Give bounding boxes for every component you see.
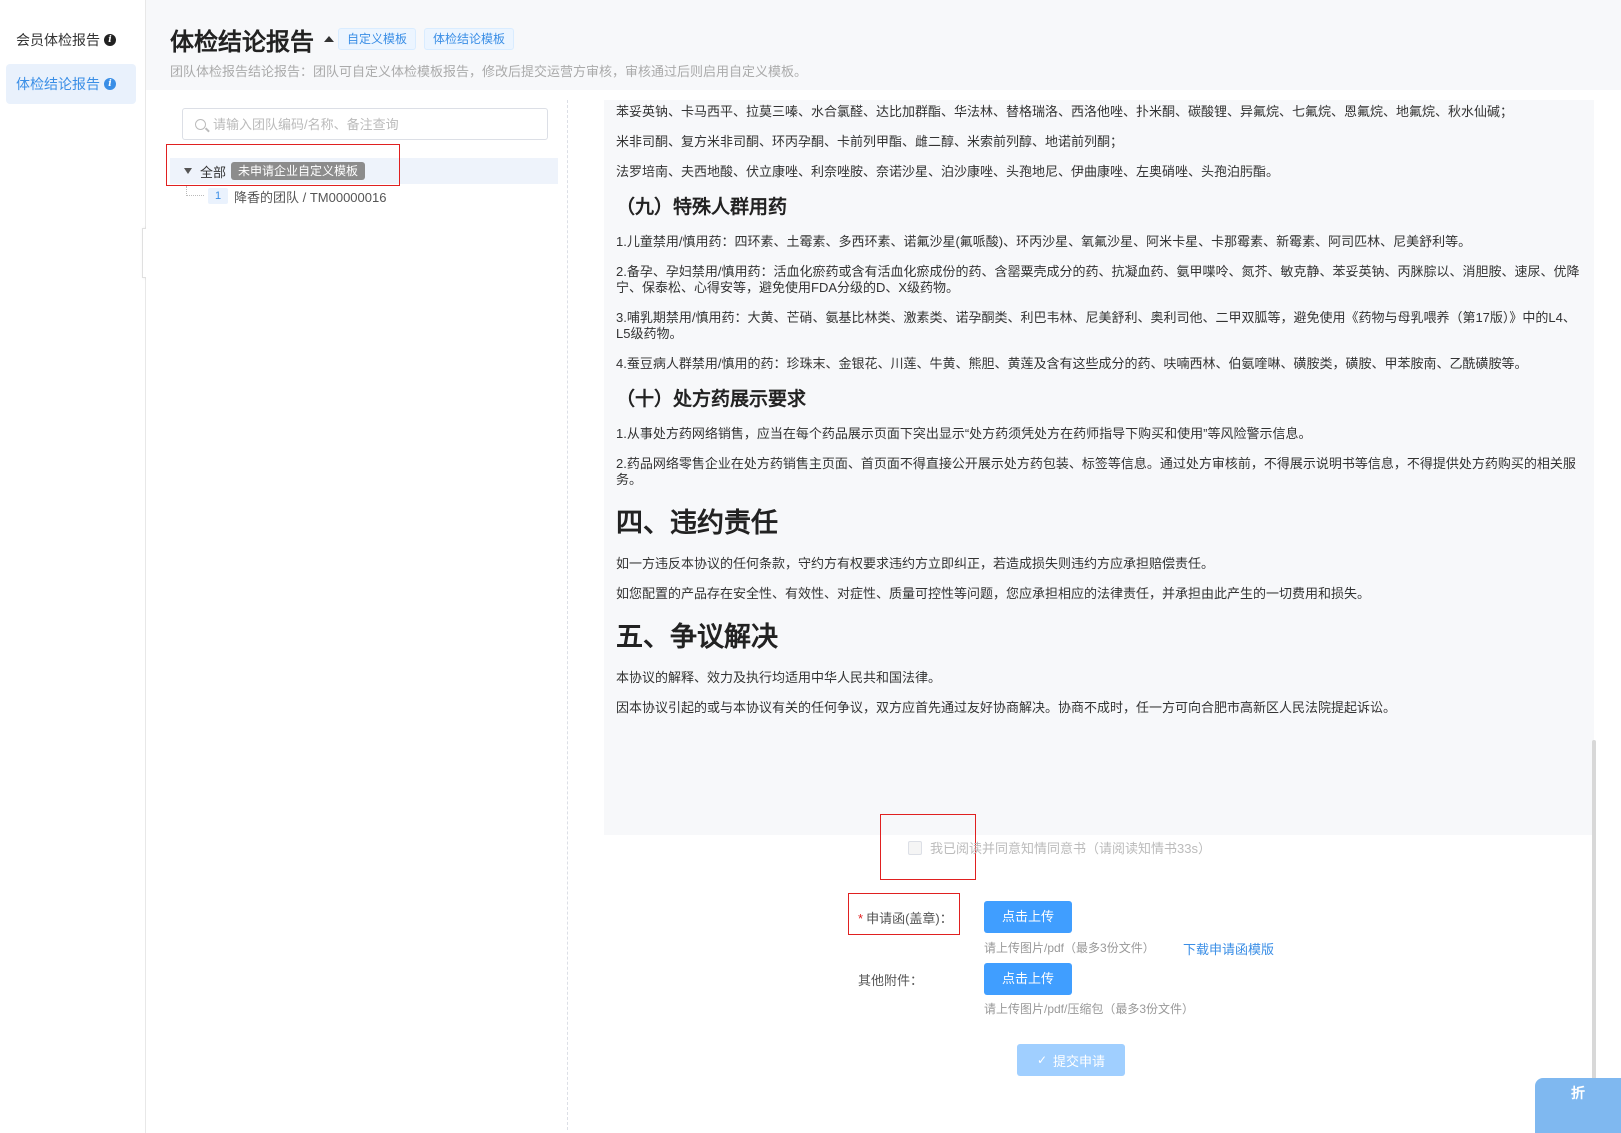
submit-button[interactable]: ✓ 提交申请: [1017, 1044, 1125, 1076]
index-badge: 1: [208, 188, 228, 204]
doc-paragraph: 苯妥英钠、卡马西平、拉莫三嗪、水合氯醛、达比加群酯、华法林、替格瑞洛、西洛他唑、…: [616, 104, 1514, 119]
consent-checkbox[interactable]: [908, 840, 922, 855]
team-tree-panel: 全部 未申请企业自定义模板 1 降香的团队 / TM00000016: [170, 100, 568, 1130]
doc-paragraph: 本协议的解释、效力及执行均适用中华人民共和国法律。: [616, 670, 942, 685]
tab-conclusion-template[interactable]: 体检结论模板: [424, 28, 515, 50]
doc-heading: 四、违约责任: [616, 508, 778, 538]
doc-paragraph: 米非司酮、复方米非司酮、环丙孕酮、卡前列甲酯、雌二醇、米索前列醇、地诺前列酮；: [616, 134, 1124, 149]
other-hint: 请上传图片/pdf/压缩包（最多3份文件）: [984, 1002, 1195, 1016]
doc-paragraph: 3.哺乳期禁用/慎用药：大黄、芒硝、氨基比林类、激素类、诺孕酮类、利巴韦林、尼美…: [616, 310, 1576, 341]
doc-paragraph: 2.药品网络零售企业在处方药销售主页面、首页面不得直接公开展示处方药包装、标签等…: [616, 456, 1576, 487]
scrollbar[interactable]: [1592, 740, 1596, 1100]
doc-heading: 五、争议解决: [616, 622, 778, 652]
highlight-box: [166, 144, 400, 186]
search-box: [182, 108, 548, 140]
download-template-link[interactable]: 下载申请函模版: [1183, 939, 1274, 958]
doc-paragraph: 因本协议引起的或与本协议有关的任何争议，双方应首先通过友好协商解决。协商不成时，…: [616, 700, 1397, 715]
doc-paragraph: 1.儿童禁用/慎用药：四环素、土霉素、多西环素、诺氟沙星(氟哌酸)、环丙沙星、氧…: [616, 234, 1472, 249]
search-icon: [195, 119, 206, 130]
consent-label: 我已阅读并同意知情同意书（请阅读知情书33s）: [930, 841, 1211, 856]
doc-paragraph: 如您配置的产品存在安全性、有效性、对症性、质量可控性等问题，您应承担相应的法律责…: [616, 586, 1371, 601]
tab-custom-template[interactable]: 自定义模板: [338, 28, 417, 50]
tree-node-team[interactable]: 1 降香的团队 / TM00000016: [186, 186, 386, 206]
required-star: *: [858, 911, 864, 926]
application-hint: 请上传图片/pdf（最多3份文件）: [984, 941, 1155, 955]
tree-connector: [186, 186, 204, 196]
consent-row: 我已阅读并同意知情同意书（请阅读知情书33s）: [908, 838, 1211, 857]
corner-chip[interactable]: 折: [1535, 1078, 1621, 1133]
doc-heading: （十）处方药展示要求: [616, 389, 807, 410]
page-title: 体检结论报告: [170, 29, 314, 56]
page-subtitle: 团队体检报告结论报告：团队可自定义体检模板报告，修改后提交运营方审核，审核通过后…: [170, 64, 808, 79]
doc-heading: （九）特殊人群用药: [616, 197, 788, 218]
nav-item-member-report[interactable]: 会员体检报告 i: [6, 20, 136, 60]
doc-paragraph: 4.蚕豆病人群禁用/慎用的药：珍珠末、金银花、川莲、牛黄、熊胆、黄莲及含有这些成…: [616, 356, 1528, 371]
page-header: 体检结论报告 自定义模板 体检结论模板 团队体检报告结论报告：团队可自定义体检模…: [146, 0, 1621, 90]
caret-up-icon[interactable]: [324, 36, 334, 42]
left-nav: 会员体检报告 i 体检结论报告 i: [0, 0, 146, 1133]
doc-paragraph: 法罗培南、夫西地酸、伏立康唑、利奈唑胺、奈诺沙星、泊沙康唑、头孢地尼、伊曲康唑、…: [616, 164, 1280, 179]
application-label: * 申请函(盖章)：: [858, 911, 953, 926]
nav-item-conclusion-report[interactable]: 体检结论报告 i: [6, 64, 136, 104]
upload-application-button[interactable]: 点击上传: [984, 901, 1072, 933]
nav-item-label: 会员体检报告: [16, 32, 100, 48]
agreement-document: 苯妥英钠、卡马西平、拉莫三嗪、水合氯醛、达比加群酯、华法林、替格瑞洛、西洛他唑、…: [604, 100, 1594, 835]
nav-item-label: 体检结论报告: [16, 76, 100, 92]
upload-other-button[interactable]: 点击上传: [984, 963, 1072, 995]
doc-paragraph: 1.从事处方药网络销售，应当在每个药品展示页面下突出显示“处方药须凭处方在药师指…: [616, 426, 1312, 441]
tree-node-label: 降香的团队 / TM00000016: [234, 189, 387, 205]
other-attachment-label: 其他附件：: [858, 973, 924, 988]
search-input[interactable]: [213, 109, 543, 139]
doc-paragraph: 如一方违反本协议的任何条款，守约方有权要求违约方立即纠正，若造成损失则违约方应承…: [616, 556, 1215, 571]
doc-paragraph: 2.备孕、孕妇禁用/慎用药：活血化瘀药或含有活血化瘀成份的药、含罂粟壳成分的药、…: [616, 264, 1580, 295]
info-icon: i: [104, 34, 116, 46]
info-icon: i: [104, 78, 116, 90]
check-icon: ✓: [1036, 1053, 1048, 1067]
